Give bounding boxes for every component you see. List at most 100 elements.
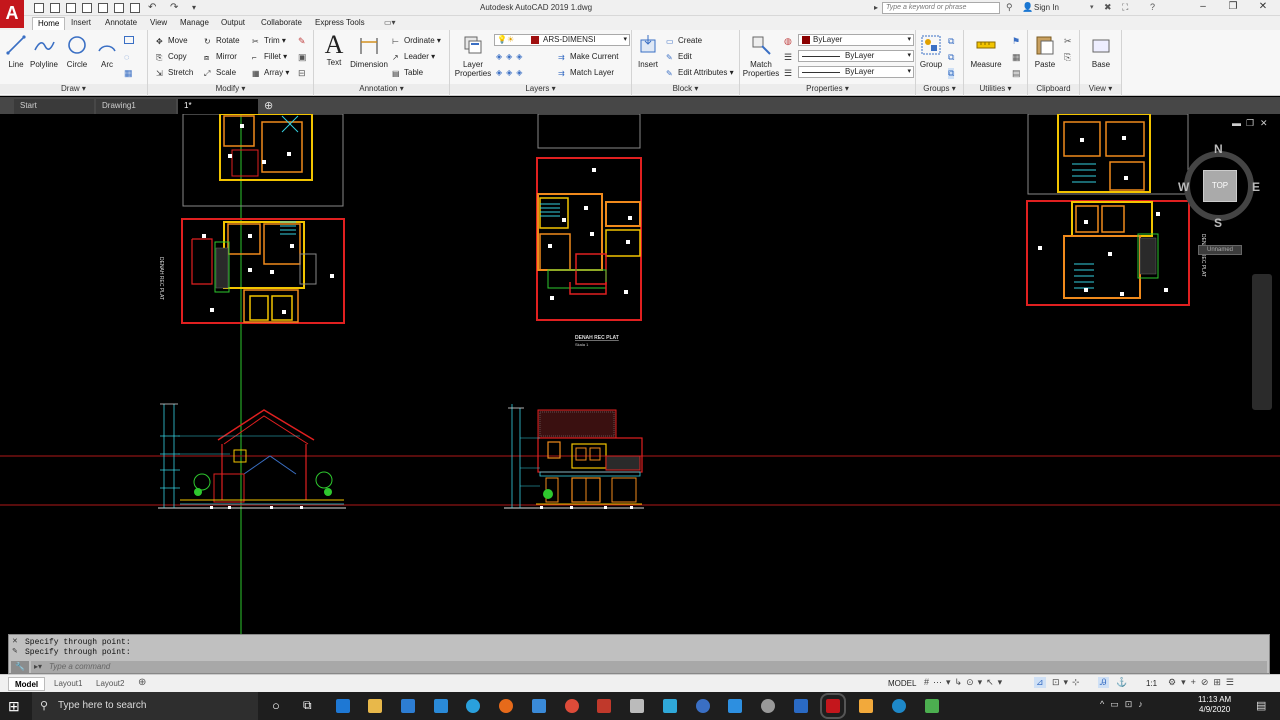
compass-south[interactable]: S <box>1214 216 1222 230</box>
windows-start-icon[interactable]: ⊞ <box>8 698 20 715</box>
add-layout-icon[interactable]: ⊕ <box>138 677 146 688</box>
app-icon-6[interactable] <box>728 699 742 713</box>
help-search-input[interactable]: Type a keyword or phrase <box>882 2 1000 14</box>
tab-insert[interactable]: Insert <box>66 17 96 30</box>
layout-tab-layout2[interactable]: Layout2 <box>90 677 130 691</box>
utilities-panel-title[interactable]: Utilities ▾ <box>964 84 1027 94</box>
edit-attributes-button[interactable]: ✎ Edit Attributes ▾ <box>666 67 734 79</box>
doc-tab-drawing1[interactable]: Drawing1 <box>96 99 176 114</box>
ucs-menu[interactable]: Unnamed <box>1198 245 1242 255</box>
ungroup-icon[interactable]: ⧉ <box>948 36 954 47</box>
gradient-icon[interactable]: ▦ <box>124 68 133 79</box>
command-close-icon[interactable]: ✕ <box>12 637 18 645</box>
annotation-scale-dropdown[interactable]: 1:1 <box>1146 679 1157 688</box>
sign-in-dropdown-icon[interactable]: ▾ <box>1090 3 1094 11</box>
system-tray-icons[interactable]: ^▭⊡♪ <box>1100 699 1149 710</box>
explode-icon[interactable]: ▣ <box>298 52 307 63</box>
save-web-icon[interactable] <box>114 3 124 13</box>
polyline-tool[interactable]: Polyline <box>28 34 60 69</box>
viewcube[interactable]: N S E W TOP <box>1178 142 1260 230</box>
annotation-panel-title[interactable]: Annotation ▾ <box>314 84 449 94</box>
command-settings-icon[interactable]: ✎ <box>12 647 18 655</box>
ribbon-minimize-icon[interactable]: ▭▾ <box>384 18 396 27</box>
plot-icon[interactable] <box>130 3 140 13</box>
table-button[interactable]: ▤ Table <box>392 67 423 79</box>
quick-select-icon[interactable]: ⚑ <box>1012 36 1020 47</box>
drafting-tools-icons[interactable]: #⋯▾↳⊙▾↖▾ <box>924 677 1006 688</box>
help-icon[interactable]: ? <box>1150 2 1155 12</box>
app-icon-8[interactable] <box>794 699 808 713</box>
properties-panel-title[interactable]: Properties ▾ <box>740 84 915 94</box>
color-dropdown[interactable]: ByLayer ▾ <box>798 34 914 46</box>
scale-button[interactable]: ⤢ Scale <box>204 67 236 79</box>
app-icon-11[interactable] <box>925 699 939 713</box>
selection-tools-icons[interactable]: ⊡▾⊹ <box>1052 677 1084 688</box>
rotate-button[interactable]: ↻ Rotate <box>204 35 240 47</box>
text-tool[interactable]: A Text <box>322 32 346 68</box>
application-menu-button[interactable]: A <box>0 0 24 28</box>
annotation-visibility-icon[interactable]: ⊿ <box>1034 677 1046 688</box>
copy-clip-icon[interactable]: ⎘ <box>1064 52 1071 63</box>
tab-home[interactable]: Home <box>32 17 66 30</box>
cortana-icon[interactable]: ○ <box>272 698 280 713</box>
viewport-maximize-icon[interactable]: ❐ <box>1246 118 1254 129</box>
app-icon-2[interactable] <box>597 699 611 713</box>
draw-panel-title[interactable]: Draw ▾ <box>0 84 147 94</box>
viewport-minimize-icon[interactable]: ▬ <box>1232 118 1241 128</box>
edge-icon[interactable] <box>336 699 350 713</box>
group-tool[interactable]: Group <box>918 34 944 69</box>
base-view-tool[interactable]: Base <box>1086 34 1116 69</box>
search-icon[interactable]: ⚲ <box>1006 2 1013 13</box>
autodesk-app-store-icon[interactable]: ✖ <box>1104 2 1112 13</box>
command-input[interactable]: ▸▾ Type a command <box>31 661 1267 673</box>
mail-icon[interactable] <box>434 699 448 713</box>
hatch-icon[interactable]: ◌ <box>124 52 129 62</box>
tab-output[interactable]: Output <box>216 17 250 30</box>
mirror-button[interactable]: ⧈ Mirror <box>204 51 237 63</box>
firefox-icon[interactable] <box>499 699 513 713</box>
close-icon[interactable]: ✕ <box>1256 1 1270 12</box>
cut-icon[interactable]: ✂ <box>1064 36 1072 47</box>
app-icon-4[interactable] <box>663 699 677 713</box>
app-icon-10[interactable] <box>892 699 906 713</box>
open-web-icon[interactable] <box>98 3 108 13</box>
view-panel-title[interactable]: View ▾ <box>1080 84 1121 94</box>
taskbar-search[interactable]: ⚲ Type here to search <box>32 692 258 720</box>
compass-west[interactable]: W <box>1178 180 1189 194</box>
dimension-tool[interactable]: Dimension <box>348 34 390 69</box>
layer-properties-tool[interactable]: Layer Properties <box>454 34 492 78</box>
id-point-icon[interactable]: ▤ <box>1012 68 1021 79</box>
line-tool[interactable]: Line <box>4 34 28 69</box>
modify-panel-title[interactable]: Modify ▾ <box>148 84 313 94</box>
app-icon-9[interactable] <box>859 699 873 713</box>
compass-east[interactable]: E <box>1252 180 1260 194</box>
viewcube-top-face[interactable]: TOP <box>1203 170 1237 202</box>
app-icon-7[interactable] <box>761 699 775 713</box>
undo-icon[interactable]: ↶ <box>148 2 156 13</box>
save-as-icon[interactable] <box>82 3 92 13</box>
save-icon[interactable] <box>66 3 76 13</box>
doc-tab-start[interactable]: Start <box>14 99 94 114</box>
restore-icon[interactable]: ❐ <box>1226 1 1240 12</box>
layer-dropdown[interactable]: 💡☀ ARS-DIMENSI ▾ <box>494 34 630 46</box>
annotation-scale-icon[interactable]: Ꭿ <box>1098 677 1109 688</box>
search-expand-icon[interactable]: ▸ <box>874 3 878 12</box>
layout-tab-layout1[interactable]: Layout1 <box>48 677 88 691</box>
drawing-canvas[interactable]: DENAH REC PLAT DENAH REC PLAT Skala 1 DE… <box>0 114 1280 634</box>
move-button[interactable]: ✥ Move <box>156 35 188 47</box>
lineweight-dropdown[interactable]: ByLayer ▾ <box>798 50 914 62</box>
circle-tool[interactable]: Circle <box>64 34 90 69</box>
tab-view[interactable]: View <box>145 17 172 30</box>
new-file-icon[interactable] <box>34 3 44 13</box>
match-layer-button[interactable]: ⇉ Match Layer <box>558 67 614 79</box>
open-file-icon[interactable] <box>50 3 60 13</box>
compass-north[interactable]: N <box>1214 142 1223 156</box>
layer-tools-icons[interactable]: ◈◈◈ <box>496 52 526 61</box>
group-edit-icon[interactable]: ⧉ <box>948 52 954 63</box>
ordinate-button[interactable]: ⊢ Ordinate ▾ <box>392 35 441 47</box>
copy-button[interactable]: ⎘ Copy <box>156 51 187 63</box>
file-explorer-icon[interactable] <box>368 699 382 713</box>
group-selection-icon[interactable]: ⧉ <box>948 68 955 79</box>
fillet-button[interactable]: ⌐ Fillet ▾ <box>252 51 287 63</box>
app-icon-3[interactable] <box>630 699 644 713</box>
